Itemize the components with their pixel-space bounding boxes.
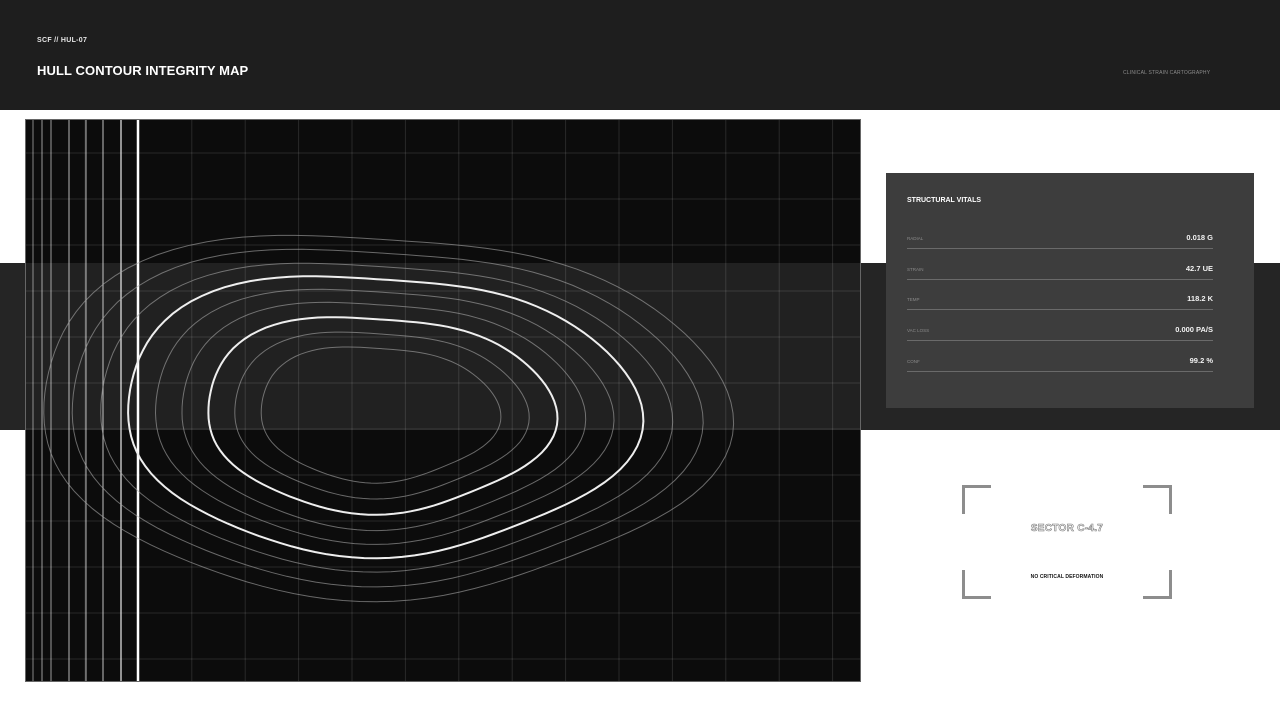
vital-label: STRAIN xyxy=(907,267,924,272)
sector-label: SECTOR C-4.7 xyxy=(1030,523,1104,535)
vital-label: TEMP xyxy=(907,297,920,302)
sector-status: NO CRITICAL DEFORMATION xyxy=(1030,574,1104,580)
vital-label: CONF xyxy=(907,359,920,364)
structural-vitals-panel: STRUCTURAL VITALS RADIAL 0.018 G STRAIN … xyxy=(886,173,1254,408)
header-bar: SCF // HUL-07 HULL CONTOUR INTEGRITY MAP… xyxy=(0,0,1280,110)
reticle-corner-top-left xyxy=(962,485,991,514)
document-code: SCF // HUL-07 xyxy=(37,37,88,44)
page-title: HULL CONTOUR INTEGRITY MAP xyxy=(37,63,249,78)
vital-row-strain: STRAIN 42.7 UE xyxy=(907,248,1213,280)
map-highlight-band xyxy=(26,263,860,430)
vital-row-radial: RADIAL 0.018 G xyxy=(907,217,1213,249)
vital-row-vac-loss: VAC LOSS 0.000 PA/S xyxy=(907,309,1213,341)
vital-row-temp: TEMP 118.2 K xyxy=(907,278,1213,310)
vital-label: RADIAL xyxy=(907,236,924,241)
vitals-title: STRUCTURAL VITALS xyxy=(907,197,982,204)
reticle-corner-top-right xyxy=(1143,485,1172,514)
vital-value: 42.7 UE xyxy=(1185,264,1213,273)
vital-value: 99.2 % xyxy=(1189,356,1213,365)
vital-value: 0.018 G xyxy=(1186,233,1213,242)
vital-value: 0.000 PA/S xyxy=(1175,325,1213,334)
vital-label: VAC LOSS xyxy=(907,328,930,333)
sector-reticle: SECTOR C-4.7 NO CRITICAL DEFORMATION xyxy=(962,485,1172,599)
contour-map[interactable] xyxy=(25,119,861,682)
vital-row-conf: CONF 99.2 % xyxy=(907,340,1213,372)
contour-map-canvas xyxy=(25,119,861,682)
page-subtitle: CLINICAL STRAIN CARTOGRAPHY xyxy=(1123,70,1211,76)
vital-value: 118.2 K xyxy=(1187,294,1213,303)
